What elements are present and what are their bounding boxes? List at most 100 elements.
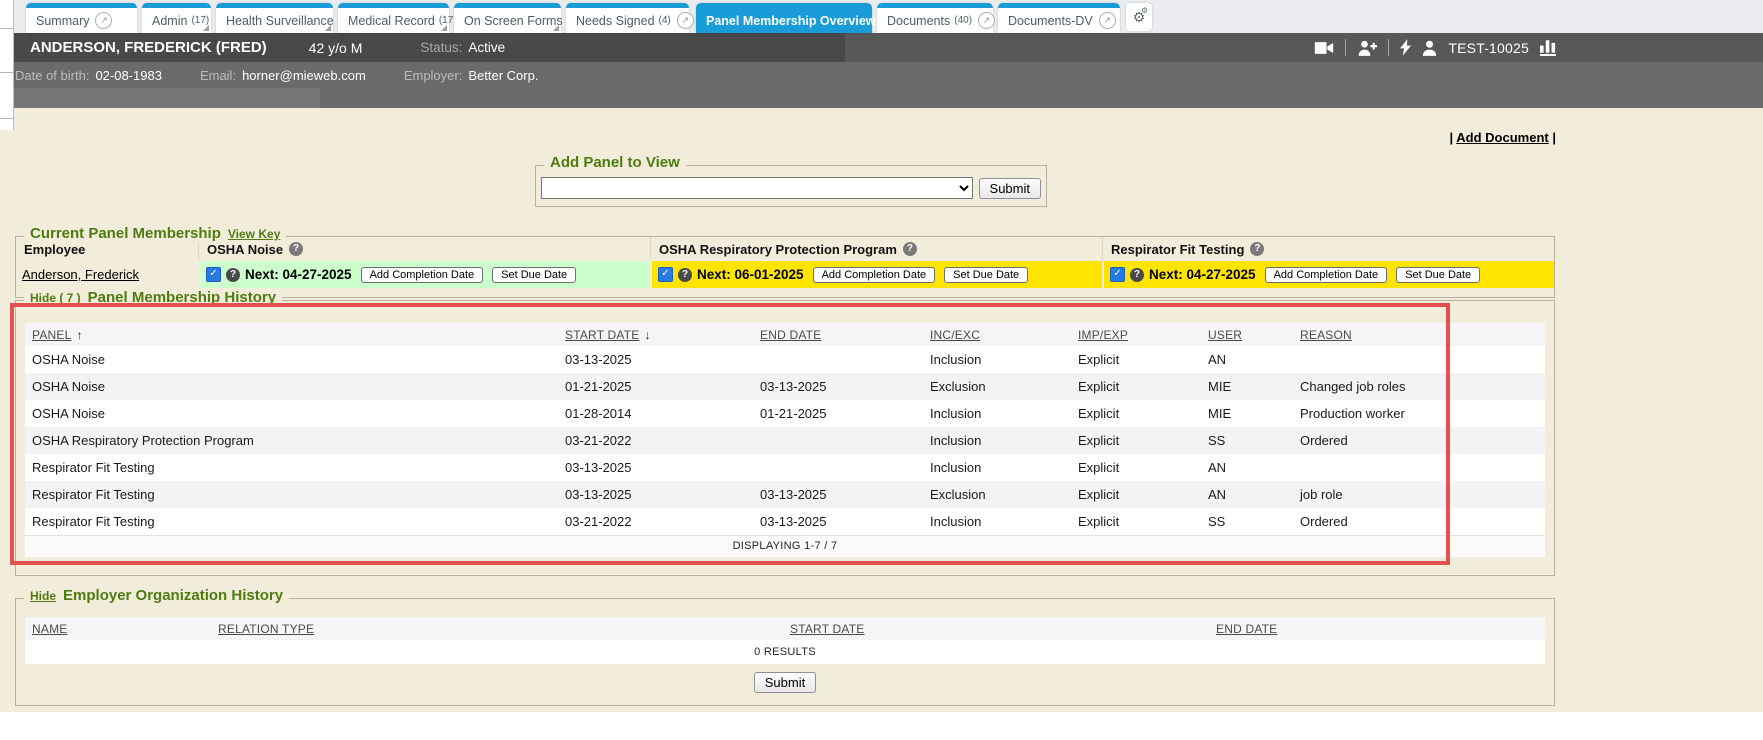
sort-user-header[interactable]: USER	[1208, 328, 1242, 342]
cell-start: 03-13-2025	[558, 481, 753, 508]
set-due-date-button[interactable]: Set Due Date	[944, 267, 1028, 283]
history-hide-link[interactable]: Hide ( 7 )	[30, 291, 81, 305]
add-user-icon[interactable]	[1357, 40, 1377, 56]
employee-link[interactable]: Anderson, Frederick	[22, 267, 139, 282]
cell-user: AN	[1201, 454, 1293, 481]
cell-end	[753, 346, 923, 373]
rail-divider	[0, 28, 13, 29]
tab-health-surveillance[interactable]: Health Surveillance (1)	[216, 3, 333, 33]
view-key-link[interactable]: View Key	[228, 227, 280, 241]
popout-icon[interactable]: ↗	[1099, 12, 1116, 29]
cell-end: 03-13-2025	[753, 373, 923, 400]
table-row: Respirator Fit Testing 03-13-2025 Inclus…	[25, 454, 1545, 481]
tab-label: Documents	[887, 14, 950, 28]
add-panel-submit-button[interactable]: Submit	[979, 178, 1041, 199]
cell-start: 03-13-2025	[558, 346, 753, 373]
popout-icon[interactable]: ↗	[978, 12, 995, 29]
cell-reason: Changed job roles	[1293, 373, 1545, 400]
add-document-link[interactable]: Add Document	[1456, 130, 1548, 145]
tab-panel-membership-overview[interactable]: Panel Membership Overview	[696, 3, 872, 33]
cell-panel: OSHA Noise	[25, 400, 558, 427]
cell-inc: Inclusion	[923, 346, 1071, 373]
cell-panel: OSHA Noise	[25, 346, 558, 373]
cell-imp: Explicit	[1071, 427, 1201, 454]
cell-user: MIE	[1201, 400, 1293, 427]
sort-end-date-header[interactable]: END DATE	[1216, 622, 1277, 636]
sort-inc-exc-header[interactable]: INC/EXC	[930, 328, 980, 342]
collapsed-side-rail[interactable]	[0, 0, 14, 130]
main-content: | Add Document | Add Panel to View Submi…	[0, 108, 1763, 712]
sort-start-date-header[interactable]: START DATE	[790, 622, 864, 636]
pipe: |	[1450, 130, 1454, 145]
table-row: OSHA Noise 01-21-2025 03-13-2025 Exclusi…	[25, 373, 1545, 400]
sort-start-date-header[interactable]: START DATE	[565, 328, 639, 342]
cell-user: SS	[1201, 427, 1293, 454]
popout-icon[interactable]: ↗	[677, 12, 694, 29]
user-icon[interactable]	[1422, 40, 1437, 56]
dropdown-fold-icon	[441, 25, 447, 31]
email-value: horner@mieweb.com	[242, 68, 366, 83]
employer-history-fieldset: Hide Employer Organization History NAME …	[15, 598, 1555, 706]
sort-panel-header[interactable]: PANEL	[32, 328, 71, 342]
cell-inc: Exclusion	[923, 373, 1071, 400]
sort-reason-header[interactable]: REASON	[1300, 328, 1352, 342]
panel-checkbox[interactable]: ✓	[206, 267, 221, 282]
cell-end: 01-21-2025	[753, 400, 923, 427]
panel-checkbox[interactable]: ✓	[1110, 267, 1125, 282]
help-icon[interactable]: ?	[678, 268, 692, 282]
cell-reason	[1293, 346, 1545, 373]
table-row: Respirator Fit Testing 03-21-2022 03-13-…	[25, 508, 1545, 535]
popout-icon[interactable]: ↗	[95, 12, 112, 29]
patient-name: ANDERSON, FREDERICK (FRED)	[30, 39, 267, 56]
patient-header-spacer-block	[0, 88, 320, 108]
tab-documents[interactable]: Documents (40) ↗	[877, 3, 993, 33]
dob-label: Date of birth:	[15, 68, 89, 83]
osha-noise-status-cell: ✓ ? Next: 04-27-2025 Add Completion Date…	[198, 261, 650, 288]
help-icon[interactable]: ?	[903, 242, 917, 256]
add-completion-date-button[interactable]: Add Completion Date	[813, 267, 936, 283]
help-icon[interactable]: ?	[1250, 242, 1264, 256]
tab-label: Documents-DV	[1008, 14, 1093, 28]
history-fieldset: Hide ( 7 ) Panel Membership History PANE…	[15, 300, 1555, 576]
set-due-date-button[interactable]: Set Due Date	[1396, 267, 1480, 283]
cell-panel: OSHA Respiratory Protection Program	[25, 427, 558, 454]
panel-checkbox[interactable]: ✓	[658, 267, 673, 282]
status-value: Active	[468, 40, 505, 55]
employer-legend: Employer Organization History	[63, 587, 283, 604]
cell-inc: Inclusion	[923, 508, 1071, 535]
history-header-row: PANEL↑ START DATE↓ END DATE INC/EXC IMP/…	[25, 323, 1545, 346]
sort-relation-type-header[interactable]: RELATION TYPE	[218, 622, 314, 636]
help-icon[interactable]: ?	[289, 242, 303, 256]
help-icon[interactable]: ?	[226, 268, 240, 282]
sort-end-date-header[interactable]: END DATE	[760, 328, 821, 342]
next-due-date: Next: 06-01-2025	[697, 267, 804, 282]
tab-summary[interactable]: Summary ↗	[26, 3, 137, 33]
sort-name-header[interactable]: NAME	[32, 622, 67, 636]
cell-panel: Respirator Fit Testing	[25, 508, 558, 535]
tab-needs-signed[interactable]: Needs Signed (4) ↗	[566, 3, 689, 33]
lightning-bolt-icon[interactable]	[1400, 39, 1411, 56]
rail-divider	[0, 72, 13, 73]
tab-on-screen-forms[interactable]: On Screen Forms	[454, 3, 561, 33]
add-completion-date-button[interactable]: Add Completion Date	[1265, 267, 1388, 283]
set-due-date-button[interactable]: Set Due Date	[492, 267, 576, 283]
flowsheet-chart-icon[interactable]	[1540, 40, 1556, 56]
patient-subheader-bar: Date of birth: 02-08-1983 Email: horner@…	[0, 62, 1763, 88]
tab-count: (40)	[954, 15, 972, 26]
cell-user: MIE	[1201, 373, 1293, 400]
employer-submit-button[interactable]: Submit	[754, 672, 816, 693]
table-row: Respirator Fit Testing 03-13-2025 03-13-…	[25, 481, 1545, 508]
cell-reason: Production worker	[1293, 400, 1545, 427]
employer-hide-link[interactable]: Hide	[30, 589, 56, 603]
help-icon[interactable]: ?	[1130, 268, 1144, 282]
settings-gear-button[interactable]: ⚙ ⚙	[1126, 3, 1152, 31]
cell-inc: Exclusion	[923, 481, 1071, 508]
sort-imp-exp-header[interactable]: IMP/EXP	[1078, 328, 1128, 342]
tab-medical-record[interactable]: Medical Record (17)	[338, 3, 449, 33]
video-camera-icon[interactable]	[1314, 41, 1334, 55]
tab-admin[interactable]: Admin (17)	[142, 3, 211, 33]
add-completion-date-button[interactable]: Add Completion Date	[361, 267, 484, 283]
add-panel-select[interactable]	[541, 177, 973, 199]
employer-table: NAME RELATION TYPE START DATE END DATE 0…	[25, 617, 1545, 693]
tab-documents-dv[interactable]: Documents-DV ↗	[998, 3, 1120, 33]
